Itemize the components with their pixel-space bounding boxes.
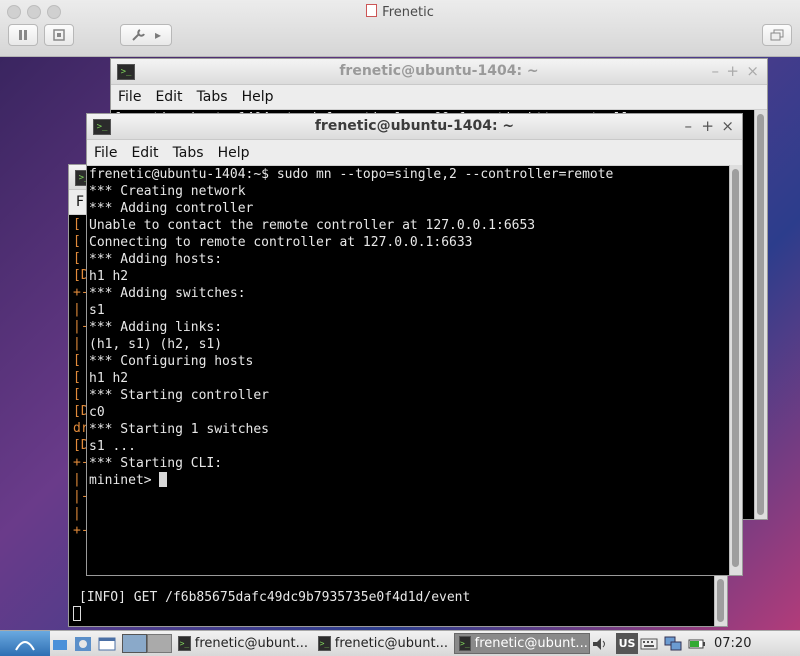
battery-icon bbox=[688, 639, 705, 648]
task-button-2[interactable]: >_ frenetic@ubunt... bbox=[314, 633, 452, 654]
menu-edit[interactable]: Edit bbox=[124, 145, 165, 161]
menu-help[interactable]: Help bbox=[235, 89, 281, 105]
pause-icon bbox=[19, 30, 27, 40]
titlebar[interactable]: >_ frenetic@ubuntu-1404: ~ – + × bbox=[87, 114, 742, 140]
terminal-line: h1 h2 bbox=[89, 269, 129, 284]
scrollbar[interactable] bbox=[729, 165, 742, 575]
keyboard-layout-indicator[interactable]: US bbox=[616, 633, 638, 654]
terminal-output[interactable]: frenetic@ubuntu-1404:~$ sudo mn --topo=s… bbox=[87, 166, 742, 472]
terminal-icon: >_ bbox=[318, 636, 331, 651]
terminal-line: *** Adding switches: bbox=[89, 286, 246, 301]
desktop-1[interactable] bbox=[122, 634, 147, 653]
file-manager-launcher[interactable] bbox=[52, 633, 72, 654]
terminal-line: s1 bbox=[89, 303, 105, 318]
window-title: frenetic@ubuntu-1404: ~ bbox=[339, 63, 539, 79]
terminal-line: *** Starting CLI: bbox=[89, 456, 223, 471]
terminal-line: frenetic@ubuntu-1404:~$ sudo mn --topo=s… bbox=[89, 167, 614, 182]
vm-toolbar: Frenetic ▸ bbox=[0, 0, 800, 57]
terminal-log-line: [INFO] GET /f6b85675dafc49dc9b7935735e0f… bbox=[79, 590, 471, 605]
terminal-cursor bbox=[71, 606, 81, 623]
wrench-icon bbox=[132, 29, 145, 41]
folder-icon bbox=[53, 639, 67, 650]
menubar: File Edit Tabs Help bbox=[111, 85, 767, 110]
play-arrow-icon: ▸ bbox=[154, 28, 162, 42]
terminal-line: *** Creating network bbox=[89, 184, 246, 199]
snapshot-icon bbox=[53, 29, 65, 41]
desktop-switcher[interactable] bbox=[122, 633, 172, 654]
terminal-prompt-line[interactable]: mininet> bbox=[87, 472, 742, 489]
menu-file[interactable]: File bbox=[87, 145, 124, 161]
keyboard-button[interactable] bbox=[640, 633, 662, 654]
volume-button[interactable] bbox=[592, 633, 614, 654]
terminal-launcher[interactable] bbox=[98, 633, 120, 654]
terminal-line: (h1, s1) (h2, s1) bbox=[89, 337, 223, 352]
terminal-line: *** Adding links: bbox=[89, 320, 223, 335]
minimize-icon[interactable]: – bbox=[712, 62, 720, 80]
tools-icon bbox=[75, 636, 91, 651]
start-menu-button[interactable] bbox=[0, 631, 50, 656]
terminal-line: *** Starting 1 switches bbox=[89, 422, 270, 437]
terminal-line: Unable to contact the remote controller … bbox=[89, 218, 536, 233]
terminal-line: *** Starting controller bbox=[89, 388, 270, 403]
settings-button[interactable]: ▸ bbox=[120, 24, 172, 46]
menu-help[interactable]: Help bbox=[211, 145, 257, 161]
mininet-prompt: mininet> bbox=[89, 473, 160, 488]
clock[interactable]: 07:20 bbox=[714, 636, 751, 651]
task-button-3[interactable]: >_ frenetic@ubunt... bbox=[454, 633, 590, 654]
volume-icon bbox=[593, 637, 605, 650]
menubar: File Edit Tabs Help bbox=[87, 140, 742, 166]
menu-edit[interactable]: Edit bbox=[148, 89, 189, 105]
terminal-cursor bbox=[159, 472, 168, 487]
fullscreen-button[interactable] bbox=[762, 24, 792, 46]
taskbar: >_ frenetic@ubunt... >_ frenetic@ubunt... … bbox=[0, 630, 800, 656]
window-icon bbox=[98, 637, 116, 650]
close-icon[interactable]: × bbox=[746, 62, 759, 80]
maximize-icon[interactable]: + bbox=[726, 62, 739, 80]
maximize-icon[interactable]: + bbox=[701, 117, 714, 135]
terminal-window-front[interactable]: >_ frenetic@ubuntu-1404: ~ – + × File Ed… bbox=[86, 113, 743, 576]
vm-title: Frenetic bbox=[0, 4, 800, 20]
menu-tabs[interactable]: Tabs bbox=[190, 89, 235, 105]
minimize-icon[interactable]: – bbox=[685, 117, 693, 135]
keyboard-icon bbox=[640, 638, 658, 649]
terminal-line: c0 bbox=[89, 405, 105, 420]
close-icon[interactable]: × bbox=[721, 117, 734, 135]
lubuntu-logo-icon bbox=[15, 640, 35, 651]
pause-button[interactable] bbox=[8, 24, 38, 46]
terminal-line: h1 h2 bbox=[89, 371, 129, 386]
titlebar[interactable]: >_ frenetic@ubuntu-1404: ~ – + × bbox=[111, 59, 767, 85]
network-icon bbox=[664, 636, 682, 650]
terminal-icon: >_ bbox=[178, 636, 191, 651]
terminal-line: *** Adding controller bbox=[89, 201, 254, 216]
task-label: frenetic@ubunt... bbox=[474, 636, 588, 651]
terminal-line: *** Adding hosts: bbox=[89, 252, 223, 267]
scrollbar[interactable] bbox=[754, 110, 767, 519]
network-button[interactable] bbox=[664, 633, 686, 654]
task-label: frenetic@ubunt... bbox=[334, 636, 448, 651]
system-tools-launcher[interactable] bbox=[74, 633, 96, 654]
document-icon bbox=[366, 4, 378, 17]
menu-tabs[interactable]: Tabs bbox=[166, 145, 211, 161]
terminal-line: Connecting to remote controller at 127.0… bbox=[89, 235, 473, 250]
snapshot-button[interactable] bbox=[44, 24, 74, 46]
window-title: frenetic@ubuntu-1404: ~ bbox=[314, 118, 515, 134]
menu-file[interactable]: File bbox=[111, 89, 148, 105]
terminal-line: *** Configuring hosts bbox=[89, 354, 254, 369]
battery-button[interactable] bbox=[688, 633, 710, 654]
desktop-2[interactable] bbox=[147, 634, 172, 653]
terminal-line: s1 ... bbox=[89, 439, 136, 454]
windows-icon bbox=[770, 29, 784, 41]
scrollbar[interactable] bbox=[714, 575, 727, 626]
task-button-1[interactable]: >_ frenetic@ubunt... bbox=[174, 633, 312, 654]
terminal-icon: >_ bbox=[459, 636, 471, 651]
task-label: frenetic@ubunt... bbox=[194, 636, 308, 651]
